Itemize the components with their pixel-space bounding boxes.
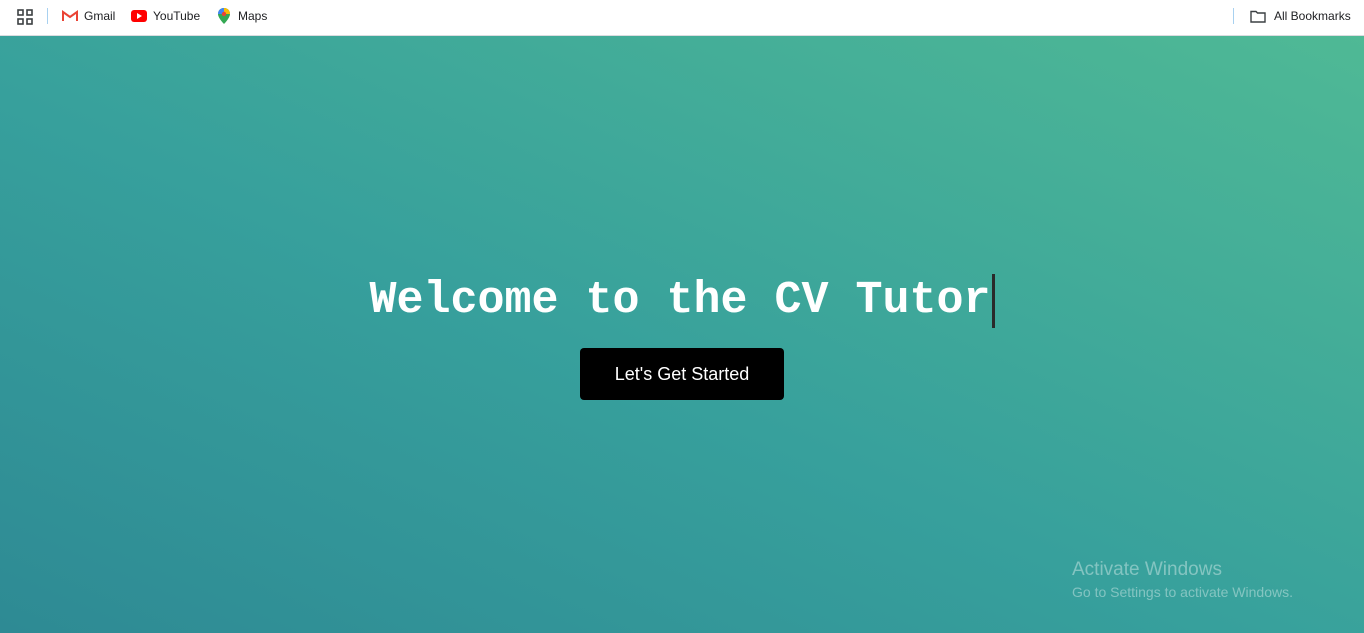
bookmarks-separator	[1233, 8, 1234, 24]
watermark-subtitle: Go to Settings to activate Windows.	[1072, 584, 1293, 600]
all-bookmarks-label: All Bookmarks	[1274, 9, 1351, 23]
gmail-icon	[62, 8, 78, 24]
hero-section: Welcome to the CV Tutor Let's Get Starte…	[0, 36, 1364, 633]
bookmark-label: Gmail	[84, 9, 116, 23]
bookmark-label: Maps	[238, 9, 268, 23]
bookmark-label: YouTube	[153, 9, 201, 23]
bookmark-youtube[interactable]: YouTube	[131, 7, 200, 25]
bookmarks-bar: Gmail YouTube Maps All Bookmarks	[0, 0, 1364, 36]
apps-grid-icon[interactable]	[16, 8, 34, 26]
all-bookmarks-button[interactable]: All Bookmarks	[1250, 7, 1351, 25]
get-started-button[interactable]: Let's Get Started	[580, 348, 784, 400]
bookmark-maps[interactable]: Maps	[216, 7, 267, 25]
folder-icon	[1250, 8, 1266, 24]
youtube-icon	[131, 8, 147, 24]
hero-title: Welcome to the CV Tutor	[0, 274, 1364, 328]
windows-activation-watermark: Activate Windows Go to Settings to activ…	[1072, 558, 1293, 601]
watermark-title: Activate Windows	[1072, 559, 1222, 580]
bookmark-gmail[interactable]: Gmail	[62, 7, 115, 25]
typing-caret	[991, 274, 995, 328]
maps-icon	[216, 8, 232, 24]
hero-title-text: Welcome to the CV Tutor	[369, 275, 991, 326]
bookmarks-separator	[47, 8, 48, 24]
